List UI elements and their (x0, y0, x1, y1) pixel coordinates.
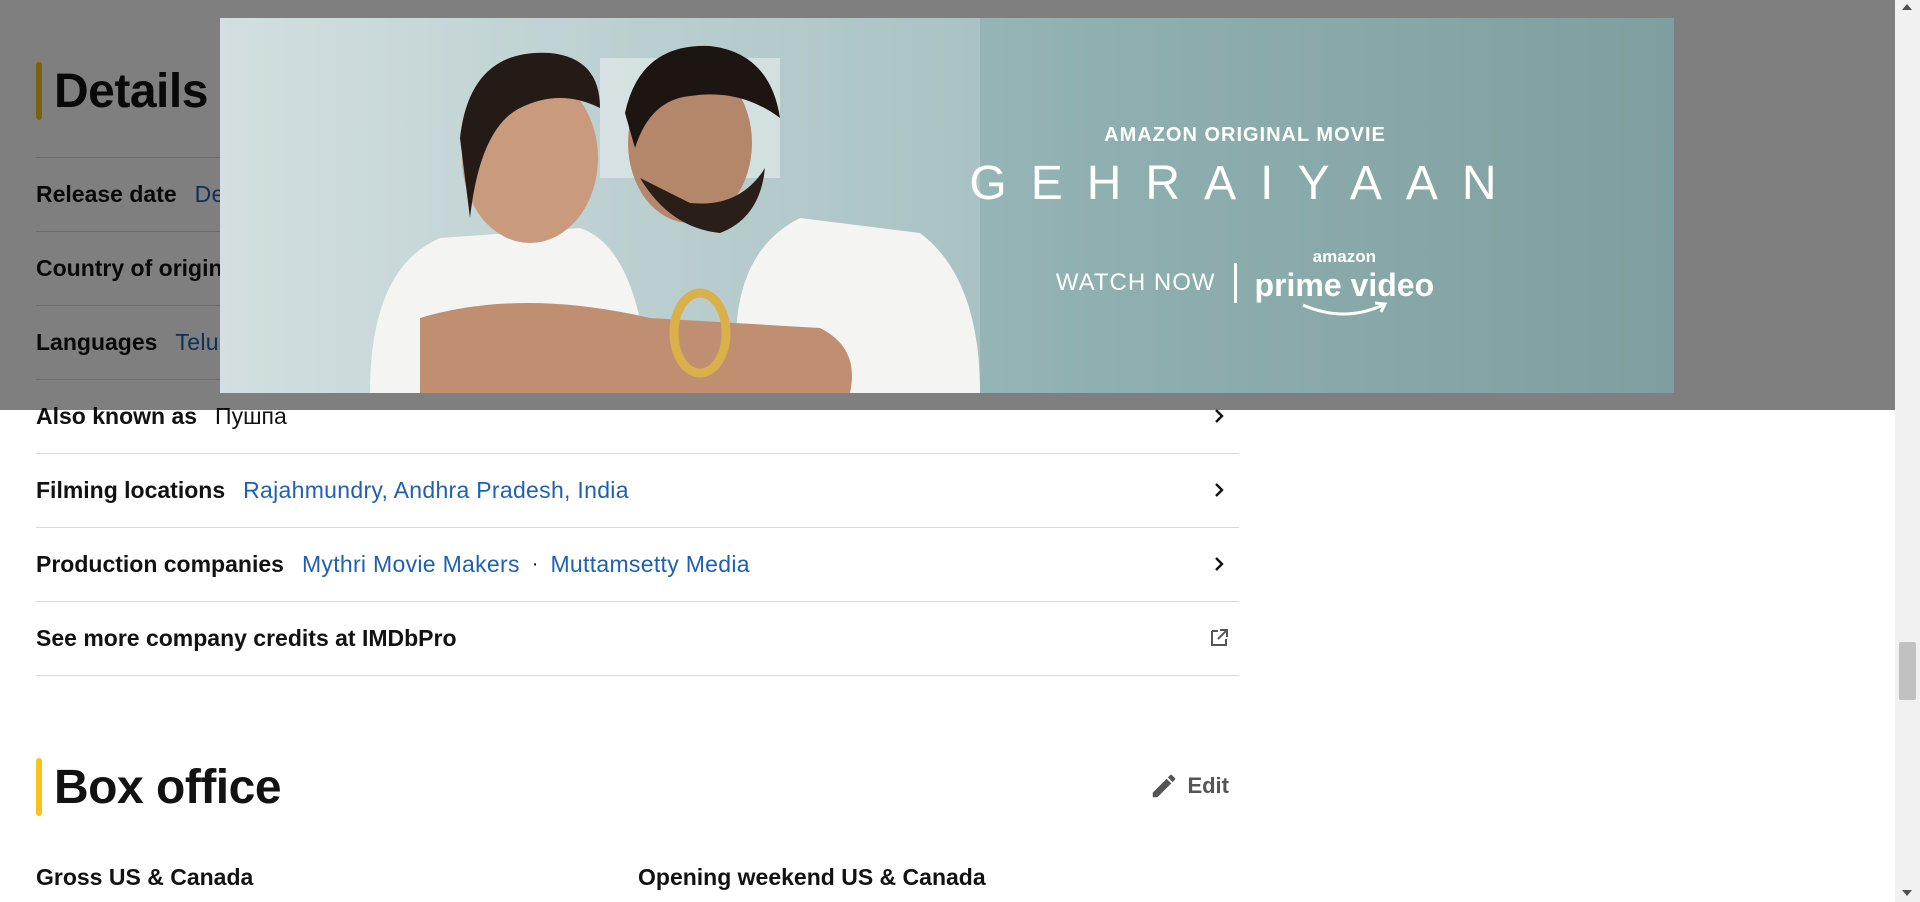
ad-text-block: AMAZON ORIGINAL MOVIE GEHRAIYAAN WATCH N… (920, 18, 1570, 393)
company-link[interactable]: Muttamsetty Media (550, 551, 749, 578)
page-scrollbar[interactable] (1895, 0, 1920, 902)
row-label: Filming locations (36, 477, 226, 503)
prime-video-logo: amazon prime video (1254, 247, 1435, 317)
row-production-companies[interactable]: Production companies Mythri Movie Makers… (36, 528, 1239, 602)
page: Details Release date De Country of origi… (0, 0, 1895, 902)
chevron-right-icon[interactable] (1207, 478, 1231, 502)
ad-cta[interactable]: WATCH NOW amazon prime video (920, 248, 1570, 317)
ad-banner[interactable]: AMAZON ORIGINAL MOVIE GEHRAIYAAN WATCH N… (220, 18, 1674, 393)
ad-title: GEHRAIYAAN (969, 157, 1521, 210)
gross-us-canada-label: Gross US & Canada (36, 864, 254, 890)
ad-kicker: AMAZON ORIGINAL MOVIE (1104, 124, 1386, 146)
amazon-wordmark: amazon (1312, 247, 1376, 266)
row-imdbpro-credits[interactable]: See more company credits at IMDbPro (36, 602, 1239, 676)
prime-video-wordmark: prime video (1254, 267, 1435, 303)
separator-dot: · (531, 553, 539, 575)
ad-divider (1233, 262, 1237, 303)
ad-couple-image (220, 18, 980, 393)
scroll-up-arrow-icon[interactable] (1902, 4, 1912, 10)
watch-now-label: WATCH NOW (1055, 268, 1216, 296)
scroll-down-arrow-icon[interactable] (1902, 890, 1912, 896)
external-link-icon[interactable] (1207, 626, 1231, 650)
box-office-heading: Box office (36, 758, 282, 816)
pencil-icon (1153, 774, 1176, 798)
section-accent-bar (36, 758, 42, 816)
opening-weekend-label: Opening weekend US & Canada (638, 864, 986, 890)
chevron-right-icon[interactable] (1207, 552, 1231, 576)
scroll-thumb[interactable] (1899, 642, 1916, 700)
edit-label: Edit (1187, 773, 1229, 798)
company-link[interactable]: Mythri Movie Makers (302, 551, 520, 578)
imdbpro-credits-link[interactable]: See more company credits at IMDbPro (36, 625, 457, 652)
box-office-title: Box office (54, 760, 282, 814)
edit-button[interactable]: Edit (1149, 771, 1229, 801)
row-label: Production companies (36, 551, 284, 577)
smile-arrow-icon (1302, 301, 1388, 316)
filming-location-link[interactable]: Rajahmundry, Andhra Pradesh, India (243, 477, 629, 504)
row-filming-locations[interactable]: Filming locations Rajahmundry, Andhra Pr… (36, 454, 1239, 528)
